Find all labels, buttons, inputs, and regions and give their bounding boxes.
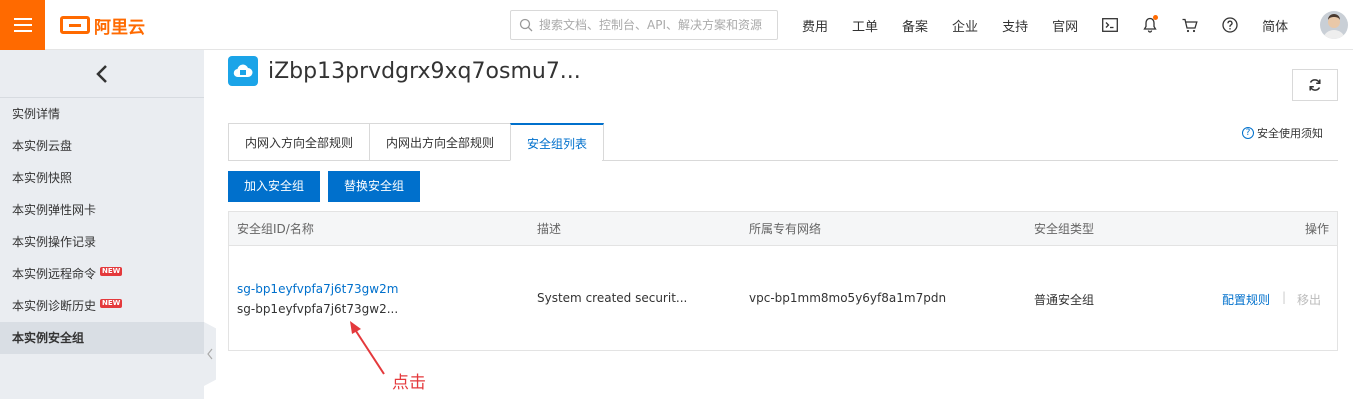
chevron-left-icon <box>207 348 213 360</box>
global-search[interactable] <box>510 10 778 40</box>
tab-egress-rules[interactable]: 内网出方向全部规则 <box>369 123 511 161</box>
sidebar-item-eni[interactable]: 本实例弹性网卡 <box>0 194 204 226</box>
menu-line <box>13 30 32 32</box>
sidebar-item-diagnosis-history[interactable]: 本实例诊断历史 NEW <box>0 290 204 322</box>
replace-security-group-button[interactable]: 替换安全组 <box>328 171 421 202</box>
action-separator: | <box>1282 290 1287 304</box>
menu-line <box>13 24 32 26</box>
annotation-arrow-icon <box>350 321 385 375</box>
search-icon <box>519 18 533 32</box>
question-icon: ? <box>1242 127 1254 139</box>
sidebar-item-security-groups[interactable]: 本实例安全组 <box>0 322 204 354</box>
nav-billing[interactable]: 费用 <box>790 16 840 35</box>
security-group-id-link[interactable]: sg-bp1eyfvpfa7j6t73gw2m <box>237 282 398 296</box>
main-content: iZbp13prvdgrx9xq7osmu7... 内网入方向全部规则 内网出方… <box>228 50 1353 399</box>
table-header: 安全组ID/名称 描述 所属专有网络 安全组类型 操作 <box>229 212 1337 246</box>
security-group-description: System created securit... <box>537 291 688 305</box>
new-badge: NEW <box>100 298 123 308</box>
security-group-name: sg-bp1eyfvpfa7j6t73gw2... <box>237 302 399 316</box>
top-bar: 阿里云 费用 工单 备案 企业 支持 官网 简体 <box>0 0 1353 50</box>
sidebar-item-label: 本实例弹性网卡 <box>12 203 97 217</box>
refresh-button[interactable] <box>1292 69 1338 101</box>
security-notice-link[interactable]: ? 安全使用须知 <box>1242 125 1323 141</box>
user-avatar[interactable] <box>1320 11 1348 39</box>
instance-header: iZbp13prvdgrx9xq7osmu7... <box>228 54 581 88</box>
cloud-server-icon <box>228 56 258 86</box>
security-group-table: 安全组ID/名称 描述 所属专有网络 安全组类型 操作 sg-bp1eyfvpf… <box>228 211 1338 351</box>
nav-enterprise[interactable]: 企业 <box>940 16 990 35</box>
sidebar-item-snapshots[interactable]: 本实例快照 <box>0 162 204 194</box>
column-header-description: 描述 <box>537 222 562 236</box>
sidebar-item-disks[interactable]: 本实例云盘 <box>0 130 204 162</box>
aliyun-logo[interactable]: 阿里云 <box>60 14 145 38</box>
nav-tickets[interactable]: 工单 <box>840 16 890 35</box>
nav-support[interactable]: 支持 <box>990 16 1040 35</box>
language-switch[interactable]: 简体 <box>1250 16 1300 35</box>
bell-icon[interactable] <box>1130 15 1170 33</box>
column-header-id-name: 安全组ID/名称 <box>237 222 314 236</box>
logo-mark-icon <box>60 16 90 34</box>
nav-icp[interactable]: 备案 <box>890 16 940 35</box>
sidebar-item-remote-commands[interactable]: 本实例远程命令 NEW <box>0 258 204 290</box>
tab-bar: 内网入方向全部规则 内网出方向全部规则 安全组列表 <box>228 123 605 161</box>
help-icon[interactable] <box>1210 17 1250 33</box>
column-header-type: 安全组类型 <box>1034 222 1095 236</box>
sidebar-item-label: 实例详情 <box>12 107 61 121</box>
tab-security-group-list[interactable]: 安全组列表 <box>510 123 605 161</box>
sidebar-item-operation-logs[interactable]: 本实例操作记录 <box>0 226 204 258</box>
column-header-actions: 操作 <box>1304 222 1329 236</box>
configure-rules-link[interactable]: 配置规则 <box>1222 291 1270 308</box>
refresh-icon <box>1309 79 1321 91</box>
sidebar-handle[interactable] <box>204 322 216 386</box>
chevron-left-icon <box>96 64 107 83</box>
annotation-label: 点击 <box>392 373 426 393</box>
search-input[interactable] <box>539 18 769 32</box>
hamburger-menu-button[interactable] <box>0 0 45 50</box>
cart-icon[interactable] <box>1170 18 1210 33</box>
security-notice-label: 安全使用须知 <box>1257 127 1323 140</box>
page-title: iZbp13prvdgrx9xq7osmu7... <box>268 58 581 84</box>
sidebar-item-label: 本实例快照 <box>12 171 73 185</box>
join-security-group-button[interactable]: 加入安全组 <box>228 171 321 202</box>
tab-ingress-rules[interactable]: 内网入方向全部规则 <box>228 123 370 161</box>
sidebar-item-instance-details[interactable]: 实例详情 <box>0 98 204 130</box>
column-header-vpc: 所属专有网络 <box>749 222 822 236</box>
nav-official-site[interactable]: 官网 <box>1040 16 1090 35</box>
top-nav: 费用 工单 备案 企业 支持 官网 简体 <box>790 0 1300 50</box>
sidebar-item-label: 本实例云盘 <box>12 139 73 153</box>
tab-divider <box>602 160 1338 161</box>
new-badge: NEW <box>100 266 123 276</box>
security-group-vpc: vpc-bp1mm8mo5y6yf8a1m7pdn <box>749 291 947 305</box>
terminal-icon[interactable] <box>1090 18 1130 32</box>
menu-line <box>13 18 32 20</box>
logo-text: 阿里云 <box>94 17 145 38</box>
notification-dot <box>1153 15 1159 20</box>
security-group-type: 普通安全组 <box>1034 293 1095 307</box>
sidebar-item-label: 本实例安全组 <box>12 331 85 345</box>
sidebar-item-label: 本实例操作记录 <box>12 235 97 249</box>
remove-link[interactable]: 移出 <box>1297 291 1321 308</box>
sidebar: 实例详情 本实例云盘 本实例快照 本实例弹性网卡 本实例操作记录 本实例远程命令… <box>0 50 204 399</box>
table-row: sg-bp1eyfvpfa7j6t73gw2m sg-bp1eyfvpfa7j6… <box>229 246 1337 350</box>
sidebar-item-label: 本实例诊断历史 <box>12 299 97 313</box>
collapse-sidebar-button[interactable] <box>0 50 204 98</box>
sidebar-list: 实例详情 本实例云盘 本实例快照 本实例弹性网卡 本实例操作记录 本实例远程命令… <box>0 98 204 354</box>
action-buttons: 加入安全组 替换安全组 <box>228 171 421 202</box>
sidebar-item-label: 本实例远程命令 <box>12 267 97 281</box>
